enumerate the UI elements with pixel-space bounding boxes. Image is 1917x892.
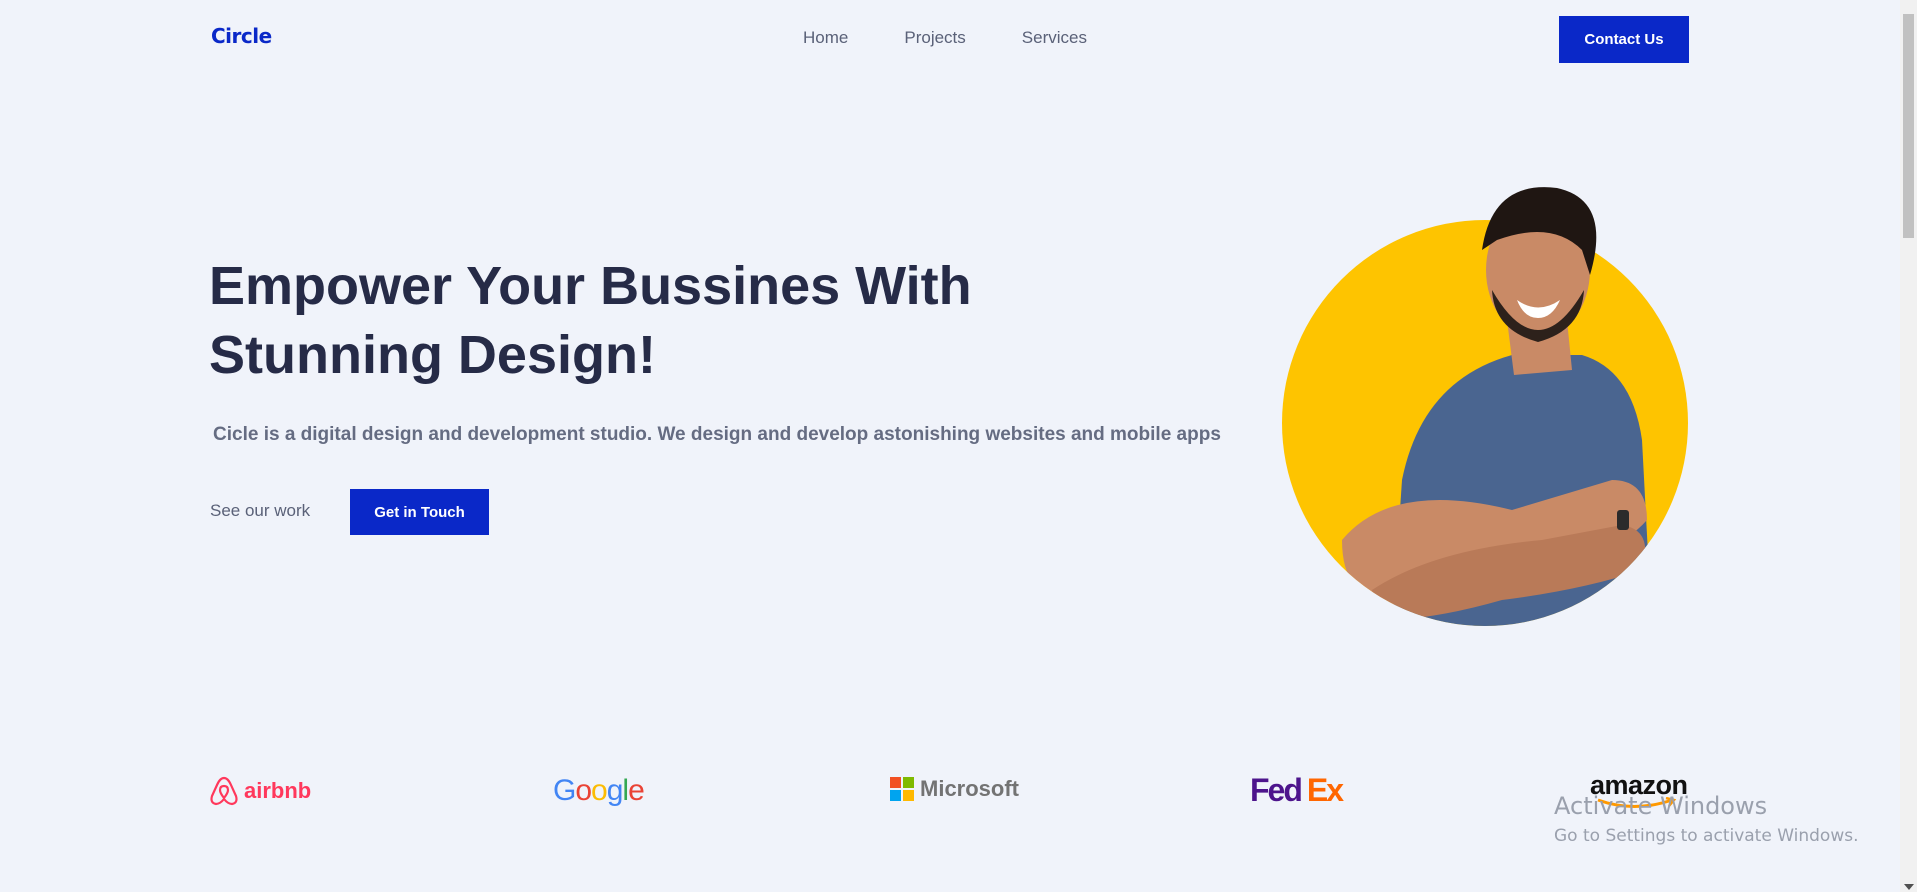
vertical-scrollbar[interactable] bbox=[1900, 0, 1917, 892]
nav-home[interactable]: Home bbox=[803, 28, 848, 48]
google-letter: g bbox=[606, 774, 624, 807]
fedex-fed: Fed bbox=[1250, 772, 1303, 808]
microsoft-logo: Microsoft bbox=[890, 776, 1019, 802]
watermark-subtitle: Go to Settings to activate Windows. bbox=[1554, 826, 1859, 846]
fedex-ex: Ex bbox=[1306, 772, 1344, 808]
windows-activation-watermark: Activate Windows Go to Settings to activ… bbox=[1554, 792, 1859, 846]
google-letter: e bbox=[628, 774, 645, 807]
google-logo: Google bbox=[553, 774, 645, 808]
logo[interactable]: Circle bbox=[211, 24, 272, 48]
watermark-title: Activate Windows bbox=[1554, 792, 1768, 820]
google-letter: G bbox=[553, 774, 576, 807]
hero-subtitle: Cicle is a digital design and developmen… bbox=[213, 424, 1221, 445]
google-letter: o bbox=[575, 774, 592, 807]
main-nav: Home Projects Services bbox=[803, 28, 1087, 48]
google-letter: o bbox=[591, 774, 608, 807]
nav-projects[interactable]: Projects bbox=[904, 28, 965, 48]
nav-services[interactable]: Services bbox=[1022, 28, 1087, 48]
microsoft-icon bbox=[890, 777, 914, 801]
contact-us-button[interactable]: Contact Us bbox=[1559, 16, 1689, 63]
hero-image bbox=[1282, 180, 1690, 630]
person-illustration bbox=[1342, 187, 1652, 626]
see-our-work-link[interactable]: See our work bbox=[210, 501, 310, 521]
airbnb-wordmark: airbnb bbox=[244, 778, 312, 803]
fedex-logo: Fed Ex bbox=[1250, 772, 1344, 809]
microsoft-wordmark: Microsoft bbox=[920, 776, 1019, 801]
get-in-touch-button[interactable]: Get in Touch bbox=[350, 489, 489, 535]
scroll-down-arrow-icon[interactable] bbox=[1904, 884, 1914, 890]
hero-title: Empower Your Bussines With Stunning Desi… bbox=[209, 256, 972, 385]
scrollbar-thumb[interactable] bbox=[1903, 14, 1914, 238]
airbnb-icon bbox=[210, 776, 238, 806]
airbnb-logo: airbnb bbox=[210, 776, 311, 806]
